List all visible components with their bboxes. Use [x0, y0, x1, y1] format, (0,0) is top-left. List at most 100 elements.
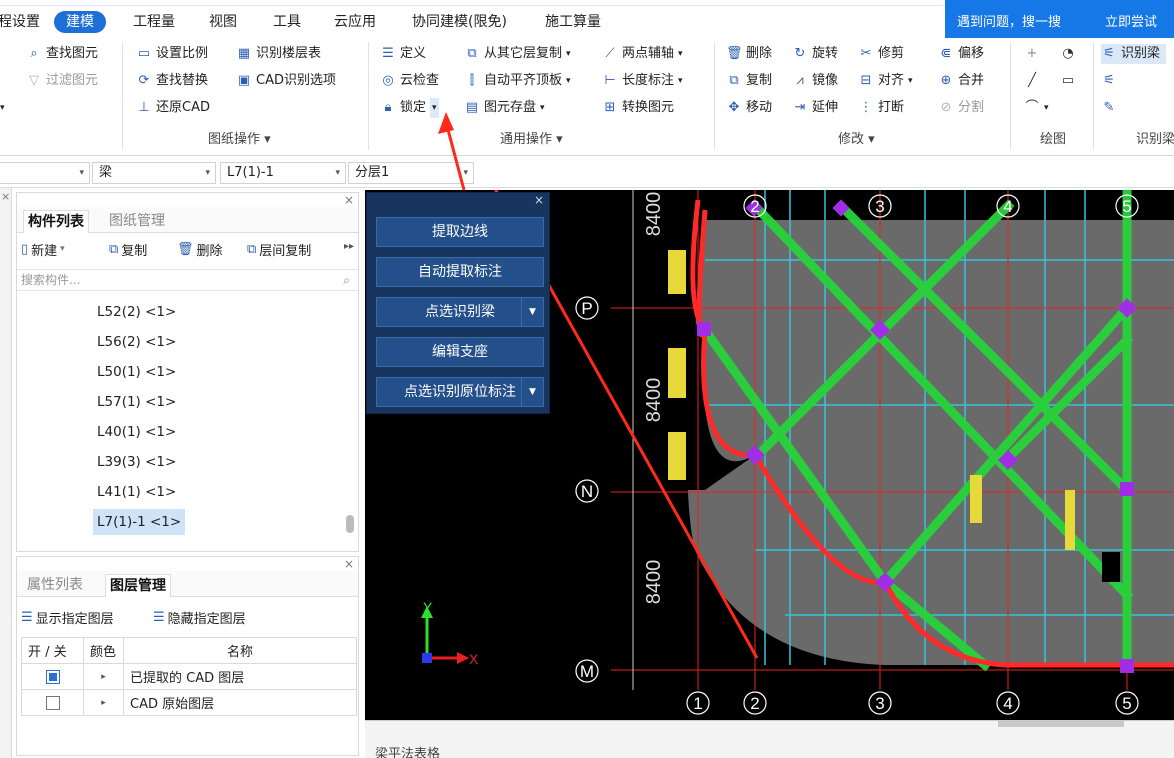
table-row[interactable]: ▸ CAD 原始图层	[21, 689, 357, 716]
tab-tools[interactable]: 工具	[273, 11, 301, 33]
tab-cloud[interactable]: 云应用	[334, 11, 376, 33]
delete-component-button[interactable]: 🗑︎ 删除	[177, 239, 223, 259]
trash-icon: 🗑︎	[177, 241, 194, 257]
draw-point-button[interactable]: +	[1024, 44, 1044, 64]
draw-rect-button[interactable]: ▭	[1060, 71, 1080, 91]
copy-component-button[interactable]: ⧉ 复制	[109, 239, 147, 259]
list-item[interactable]: L56(2) <1>	[93, 329, 180, 355]
help-search-text[interactable]: 遇到问题，搜一搜	[957, 11, 1061, 30]
list-item[interactable]: L40(1) <1>	[93, 419, 180, 445]
offset-button[interactable]: ⋐ 偏移	[938, 44, 984, 64]
find-element-button[interactable]: ⌕ 查找图元	[26, 44, 98, 64]
group-modify[interactable]: 修改 ▾	[838, 130, 875, 150]
recognize-floor-table-button[interactable]: ▦ 识别楼层表	[236, 44, 321, 64]
show-layer-button[interactable]: ☰ 显示指定图层	[21, 607, 114, 627]
floor-copy-button[interactable]: ⧉ 层间复制	[247, 239, 311, 259]
tab-quantity[interactable]: 工程量	[133, 11, 175, 33]
help-bar: 遇到问题，搜一搜 立即尝试	[945, 0, 1174, 38]
list-item[interactable]: L57(1) <1>	[93, 389, 180, 415]
break-button[interactable]: ⋮ 打断	[858, 98, 905, 118]
group-drawing-ops[interactable]: 图纸操作 ▾	[208, 130, 271, 150]
auto-align-button[interactable]: ⫿ 自动平齐顶板 ▾	[464, 71, 571, 91]
list-item[interactable]: L39(3) <1>	[93, 449, 180, 475]
tab-layer-manage[interactable]: 图层管理	[105, 574, 171, 597]
define-button[interactable]: ☰ 定义	[380, 44, 426, 64]
scrollbar[interactable]	[346, 515, 354, 533]
try-now-button[interactable]: 立即尝试	[1105, 11, 1157, 30]
delete-button[interactable]: 🗑︎ 删除	[726, 44, 772, 64]
auto-extract-label-button[interactable]: 自动提取标注	[376, 257, 544, 287]
list-item[interactable]: L50(1) <1>	[93, 359, 180, 385]
edit-support-button[interactable]: 编辑支座	[376, 337, 544, 367]
dimension-icon: ⊢	[604, 73, 616, 88]
pick-recognize-beam-button[interactable]: 点选识别梁 ▼	[376, 297, 544, 327]
axis-label: 4	[1003, 197, 1012, 216]
draw-circle-button[interactable]: ◔	[1060, 44, 1080, 64]
list-item[interactable]: L52(2) <1>	[93, 299, 180, 325]
pick-recognize-original-button[interactable]: 点选识别原位标注 ▼	[376, 377, 544, 407]
separator	[368, 42, 369, 150]
rotate-icon: ↻	[794, 46, 806, 61]
tab-drawing-manage[interactable]: 图纸管理	[105, 210, 169, 233]
close-icon[interactable]: ×	[534, 193, 544, 207]
dropdown-arrow-icon[interactable]: ▼	[521, 378, 543, 406]
tab-component-list[interactable]: 构件列表	[23, 210, 89, 233]
move-button[interactable]: ✥ 移动	[726, 98, 772, 118]
recognize-beam-button[interactable]: ⚟ 识别梁	[1101, 44, 1167, 64]
beam-table-bar: 梁平法表格	[365, 720, 1174, 758]
set-scale-button[interactable]: ▭ 设置比例	[136, 44, 208, 64]
list-item-selected[interactable]: L7(1)-1 <1>	[93, 509, 186, 535]
recognize-tool2-button[interactable]: ⚟	[1101, 71, 1121, 91]
close-icon[interactable]: ×	[1, 190, 10, 203]
tab-property-list[interactable]: 属性列表	[23, 574, 87, 597]
draw-arc-button[interactable]: ⌒ ▾	[1024, 98, 1048, 118]
group-draw: 绘图	[1040, 132, 1067, 147]
rotate-button[interactable]: ↻ 旋转	[792, 44, 838, 64]
restore-cad-button[interactable]: ⊥ 还原CAD	[136, 98, 210, 118]
expand-icon[interactable]: ▸	[101, 698, 106, 708]
copy-button[interactable]: ⧉ 复制	[726, 71, 772, 91]
convert-element-button[interactable]: ⊞ 转换图元	[602, 98, 674, 118]
group-general-ops[interactable]: 通用操作 ▾	[500, 130, 563, 150]
close-icon[interactable]: ×	[344, 193, 354, 207]
tab-construction[interactable]: 施工算量	[545, 11, 601, 33]
tab-modeling[interactable]: 建模	[54, 11, 106, 33]
new-button[interactable]: ▯ 新建 ▾	[21, 239, 65, 259]
trim-button[interactable]: ✂ 修剪	[858, 44, 904, 64]
expand-icon[interactable]: ▸	[101, 672, 106, 682]
layer-toggle-checkbox[interactable]	[45, 669, 60, 684]
two-point-axis-button[interactable]: ⟋ 两点辅轴 ▾	[602, 44, 682, 64]
component-list-panel: × 构件列表 图纸管理 ▯ 新建 ▾ ⧉ 复制 🗑︎ 删除 ⧉ 层间复制 ▸▸ 搜索构件.…	[16, 192, 359, 552]
component-search-input[interactable]: 搜索构件... ⌕	[17, 269, 358, 291]
filter-element-button[interactable]: ▽ 过滤图元	[26, 71, 98, 91]
copy-from-floor-button[interactable]: ⧉ 从其它层复制 ▾	[464, 44, 570, 64]
length-dim-button[interactable]: ⊢ 长度标注 ▾	[602, 71, 682, 91]
tab-collab[interactable]: 协同建模(限免)	[412, 11, 507, 33]
align-button[interactable]: ⊟ 对齐 ▾	[858, 71, 913, 91]
tab-settings[interactable]: 程设置	[0, 11, 40, 33]
horizontal-scrollbar[interactable]	[998, 721, 1124, 727]
component-select[interactable]: L7(1)-1 ▾	[220, 162, 346, 184]
hide-layer-button[interactable]: ☰ 隐藏指定图层	[153, 607, 246, 627]
merge-button[interactable]: ⊕ 合并	[938, 71, 984, 91]
extend-button[interactable]: ⇥ 延伸	[792, 98, 838, 118]
layer-toggle-checkbox[interactable]	[45, 695, 60, 710]
table-row[interactable]: ▸ 已提取的 CAD 图层	[21, 663, 357, 690]
more-icon[interactable]: ▸▸	[344, 241, 354, 252]
beam-recognize-icon: ⚟	[1103, 46, 1115, 61]
tab-view[interactable]: 视图	[209, 11, 237, 33]
cloud-check-button[interactable]: ◎ 云检查	[380, 71, 439, 91]
draw-line-button[interactable]: ╱	[1024, 71, 1044, 91]
cad-options-button[interactable]: ▣ CAD识别选项	[236, 71, 336, 91]
recognize-tool3-button[interactable]: ✎	[1101, 98, 1121, 118]
find-replace-button[interactable]: ⟳ 查找替换	[136, 71, 208, 91]
list-item[interactable]: L41(1) <1>	[93, 479, 180, 505]
mirror-button[interactable]: ⩘ 镜像	[792, 71, 838, 91]
component-type-select[interactable]: 梁 ▾	[92, 162, 216, 184]
split-button[interactable]: ⊘ 分割	[938, 98, 984, 118]
close-icon[interactable]: ×	[344, 557, 354, 571]
extract-edge-button[interactable]: 提取边线	[376, 217, 544, 247]
ribbon-dropdown-arrow[interactable]: ▾	[0, 98, 5, 118]
dropdown-arrow-icon[interactable]: ▼	[521, 298, 543, 326]
floor-select[interactable]: ▾	[0, 162, 90, 184]
